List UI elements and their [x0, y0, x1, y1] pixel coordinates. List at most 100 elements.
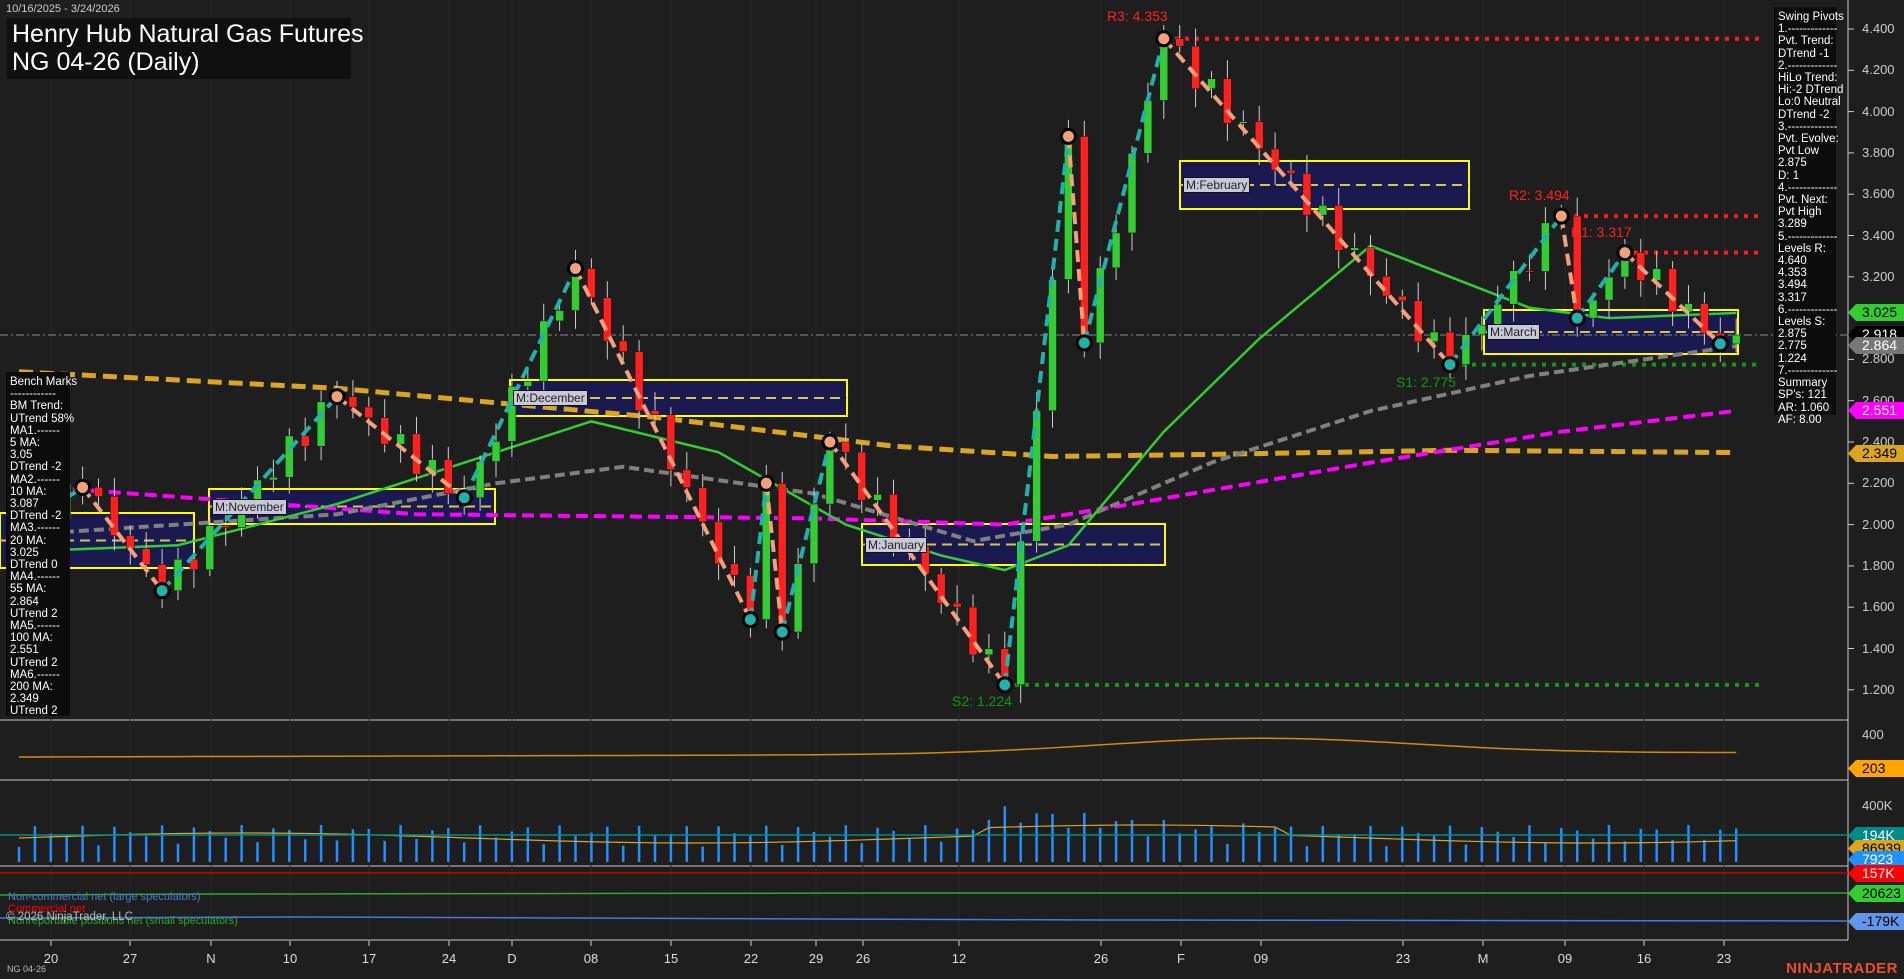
- y-axis-label: 1.600: [1862, 599, 1895, 614]
- candle-body: [1732, 335, 1740, 344]
- month-label: M:March: [1487, 324, 1540, 340]
- title-box: Henry Hub Natural Gas Futures NG 04-26 (…: [7, 18, 351, 79]
- candle-body: [731, 564, 739, 576]
- candle-body: [444, 460, 452, 494]
- swing-low-marker: [1713, 337, 1727, 351]
- bench-panel-line: MA4.------: [10, 571, 66, 583]
- swing-panel-line: Levels R:: [1778, 243, 1832, 255]
- candle-body: [413, 434, 421, 474]
- candle-body: [1414, 301, 1422, 342]
- swing-panel-line: Levels S:: [1778, 316, 1832, 328]
- candle-body: [95, 487, 103, 496]
- candle-body: [492, 441, 500, 461]
- candle-body: [110, 496, 118, 535]
- candle-body: [317, 402, 325, 446]
- x-axis-label: 26: [1094, 951, 1108, 966]
- swing-panel-line: Pvt. Next:: [1778, 194, 1832, 206]
- swing-panel-line: Hi:-2 DTrend: [1778, 84, 1832, 96]
- swing-high-marker: [1618, 246, 1632, 260]
- swing-panel-line: 4.-------------: [1778, 182, 1832, 194]
- symbol-footer: NG 04-26: [7, 964, 46, 974]
- swing-high-marker: [76, 480, 90, 494]
- y-axis-label: 3.800: [1862, 145, 1895, 160]
- price-chart[interactable]: [0, 0, 1904, 979]
- candle-body: [1128, 153, 1136, 233]
- candle-body: [556, 311, 564, 321]
- bench-panel-line: Bench Marks: [10, 376, 66, 388]
- swing-high-marker: [1061, 129, 1075, 143]
- bench-panel-line: 200 MA:: [10, 681, 66, 693]
- y-axis-label: 4.400: [1862, 21, 1895, 36]
- swing-high-marker: [759, 476, 773, 490]
- copyright: © 2026 NinjaTrader, LLC: [6, 911, 133, 923]
- candle-body: [222, 526, 230, 528]
- candle-body: [381, 418, 389, 444]
- swing-panel-line: 5.-------------: [1778, 231, 1832, 243]
- x-axis-label: 23: [1396, 951, 1410, 966]
- swing-low-marker: [775, 625, 789, 639]
- bench-panel-line: UTrend 58%: [10, 413, 66, 425]
- indicator-tag: 203: [1848, 760, 1904, 777]
- swing-panel-line: Pvt. Trend:: [1778, 35, 1832, 47]
- bench-marks-panel: Bench Marks------------BM Trend:UTrend 5…: [6, 372, 70, 716]
- candle-body: [1176, 39, 1184, 47]
- bench-panel-line: MA5.------: [10, 620, 66, 632]
- candle-body: [651, 411, 659, 415]
- swing-high-marker: [1554, 209, 1568, 223]
- month-label: M:December: [513, 390, 588, 406]
- bench-panel-line: DTrend 0: [10, 559, 66, 571]
- swing-panel-line: HiLo Trend:: [1778, 72, 1832, 84]
- level-r3: R3: 4.353: [1107, 8, 1168, 24]
- swing-low-marker: [1443, 358, 1457, 372]
- candle-body: [269, 477, 277, 480]
- x-axis-label: 10: [283, 951, 297, 966]
- swing-high-marker: [823, 435, 837, 449]
- candle-body: [683, 470, 691, 488]
- candle-body: [778, 483, 786, 632]
- swing-low-marker: [743, 613, 757, 627]
- bench-panel-line: MA6.------: [10, 669, 66, 681]
- bench-panel-line: BM Trend:: [10, 400, 66, 412]
- ninjatrader-logo: NINJATRADER: [1786, 960, 1898, 977]
- candle-body: [826, 442, 834, 504]
- x-axis-label: 23: [1717, 951, 1731, 966]
- swing-panel-line: SP's: 121: [1778, 389, 1832, 401]
- swing-panel-line: 3.-------------: [1778, 121, 1832, 133]
- candle-body: [476, 462, 484, 498]
- bench-panel-line: 55 MA:: [10, 583, 66, 595]
- swing-panel-line: 1.-------------: [1778, 23, 1832, 35]
- candle-body: [349, 397, 357, 407]
- chart-title: Henry Hub Natural Gas Futures: [12, 20, 364, 49]
- candle-body: [540, 321, 548, 381]
- bench-panel-line: 2.864: [10, 596, 66, 608]
- bench-panel-line: 3.025: [10, 547, 66, 559]
- candle-body: [1351, 248, 1359, 251]
- y-axis-label: 2.000: [1862, 517, 1895, 532]
- swing-panel-line: 3.494: [1778, 279, 1832, 291]
- x-axis-label: 24: [442, 951, 456, 966]
- x-axis-label: N: [206, 951, 215, 966]
- candle-body: [142, 549, 150, 565]
- bench-panel-line: ------------: [10, 388, 66, 400]
- candle-body: [1494, 304, 1502, 325]
- y-axis-label: 3.600: [1862, 186, 1895, 201]
- y-axis-label: 3.400: [1862, 228, 1895, 243]
- x-axis-label: 12: [952, 951, 966, 966]
- candle-body: [365, 407, 373, 418]
- level-s1: S1: 2.775: [1396, 374, 1456, 390]
- candle-body: [1700, 304, 1708, 334]
- level-r1: R1: 3.317: [1571, 224, 1632, 240]
- candle-body: [1287, 170, 1295, 173]
- swing-low-marker: [155, 584, 169, 598]
- swing-panel-line: 1.224: [1778, 353, 1832, 365]
- candle-body: [1669, 269, 1677, 312]
- x-axis-label: 17: [362, 951, 376, 966]
- swing-panel-line: D: 1: [1778, 170, 1832, 182]
- swing-panel-line: 4.640: [1778, 255, 1832, 267]
- x-axis-label: 22: [744, 951, 758, 966]
- price-tag: 2.864: [1848, 337, 1904, 354]
- swing-panel-line: 4.353: [1778, 267, 1832, 279]
- month-label: M:November: [212, 499, 287, 515]
- candle-body: [1192, 46, 1200, 88]
- candle-body: [1239, 122, 1247, 124]
